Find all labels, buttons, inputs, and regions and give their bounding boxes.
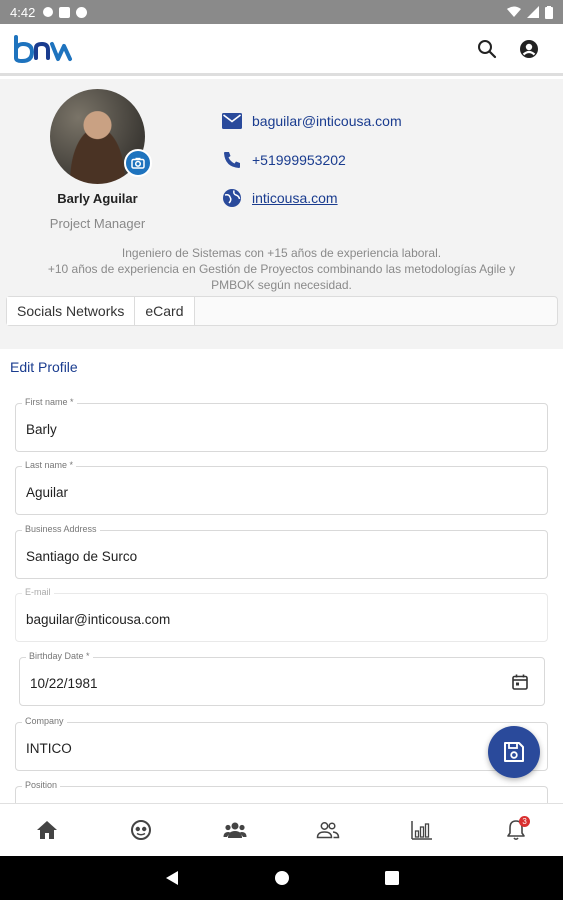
field-label: Company	[22, 716, 67, 726]
app-logo	[14, 34, 72, 63]
field-value: 10/22/1981	[30, 676, 98, 691]
nav-stats[interactable]	[402, 810, 442, 850]
contact-email[interactable]: baguilar@inticousa.com	[222, 113, 402, 129]
field-label: E-mail	[22, 587, 54, 597]
email-field: E-mail baguilar@inticousa.com	[15, 587, 548, 642]
profile-name: Barly Aguilar	[57, 191, 138, 206]
profile-header: Barly Aguilar Project Manager baguilar@i…	[0, 79, 563, 349]
home-icon	[36, 821, 57, 839]
field-label: Position	[22, 780, 61, 790]
field-label: Business Address	[22, 524, 100, 534]
website-link[interactable]: inticousa.com	[252, 190, 338, 206]
bio-line: Ingeniero de Sistemas con +15 años de ex…	[121, 246, 442, 260]
nav-notifications[interactable]: 3	[496, 810, 536, 850]
status-bar: 4:42	[0, 0, 563, 24]
tab-socials-networks[interactable]: Socials Networks	[7, 297, 136, 325]
signal-icon	[527, 6, 539, 18]
contact-website[interactable]: inticousa.com	[222, 188, 338, 208]
app-bar	[0, 24, 563, 76]
field-label: Birthday Date *	[26, 651, 93, 661]
nav-home[interactable]	[27, 810, 67, 850]
field-value: Barly	[26, 422, 57, 437]
notification-badge: 3	[519, 816, 531, 827]
bio-line: PMBOK según necesidad.	[211, 278, 352, 292]
sd-card-icon	[59, 6, 71, 18]
profile-role: Project Manager	[49, 216, 146, 231]
save-button[interactable]	[488, 726, 540, 778]
field-value: Santiago de Surco	[26, 549, 138, 564]
system-navigation-bar	[0, 856, 563, 900]
field-value: INTICO	[26, 741, 72, 756]
bar-chart-icon	[411, 821, 433, 840]
tab-ecard[interactable]: eCard	[135, 297, 195, 325]
camera-icon	[131, 157, 145, 169]
email-text: baguilar@inticousa.com	[252, 113, 402, 129]
search-icon[interactable]	[477, 39, 497, 59]
recents-icon[interactable]	[384, 871, 399, 885]
message-icon	[43, 7, 54, 17]
back-icon[interactable]	[165, 870, 179, 886]
globe-icon	[223, 189, 241, 207]
wifi-icon	[507, 6, 521, 17]
phone-text: +51999953202	[252, 152, 346, 168]
email-icon	[222, 113, 242, 129]
profile-tabs: Socials Networks eCard	[6, 296, 558, 326]
nav-people[interactable]	[308, 810, 348, 850]
save-icon	[504, 742, 524, 762]
bio-line: +10 años de experiencia en Gestión de Pr…	[47, 262, 516, 276]
battery-icon	[545, 5, 553, 19]
phone-icon	[224, 152, 240, 168]
home-circle-icon[interactable]	[274, 870, 290, 886]
people-outline-icon	[317, 822, 340, 839]
nav-face[interactable]	[121, 810, 161, 850]
change-photo-button[interactable]	[124, 149, 152, 177]
face-icon	[130, 820, 151, 840]
edit-profile-title: Edit Profile	[10, 359, 78, 375]
birthday-date-field[interactable]: Birthday Date * 10/22/1981	[19, 651, 545, 706]
profile-bio: Ingeniero de Sistemas con +15 años de ex…	[10, 245, 553, 293]
bottom-navigation: 3	[0, 803, 563, 856]
field-value: baguilar@inticousa.com	[26, 612, 171, 627]
group-icon	[223, 822, 247, 838]
field-label: First name *	[22, 397, 77, 407]
contact-phone[interactable]: +51999953202	[222, 150, 346, 170]
sync-icon	[76, 6, 88, 18]
business-address-field[interactable]: Business Address Santiago de Surco	[15, 524, 548, 579]
field-label: Last name *	[22, 460, 77, 470]
position-field[interactable]: Position	[15, 780, 548, 803]
status-time: 4:42	[10, 4, 36, 20]
account-icon[interactable]	[519, 39, 539, 59]
company-field[interactable]: Company INTICO	[15, 716, 548, 771]
first-name-field[interactable]: First name * Barly	[15, 397, 548, 452]
calendar-icon[interactable]	[512, 674, 528, 690]
nav-group[interactable]	[215, 810, 255, 850]
field-value: Aguilar	[26, 485, 69, 500]
last-name-field[interactable]: Last name * Aguilar	[15, 460, 548, 515]
